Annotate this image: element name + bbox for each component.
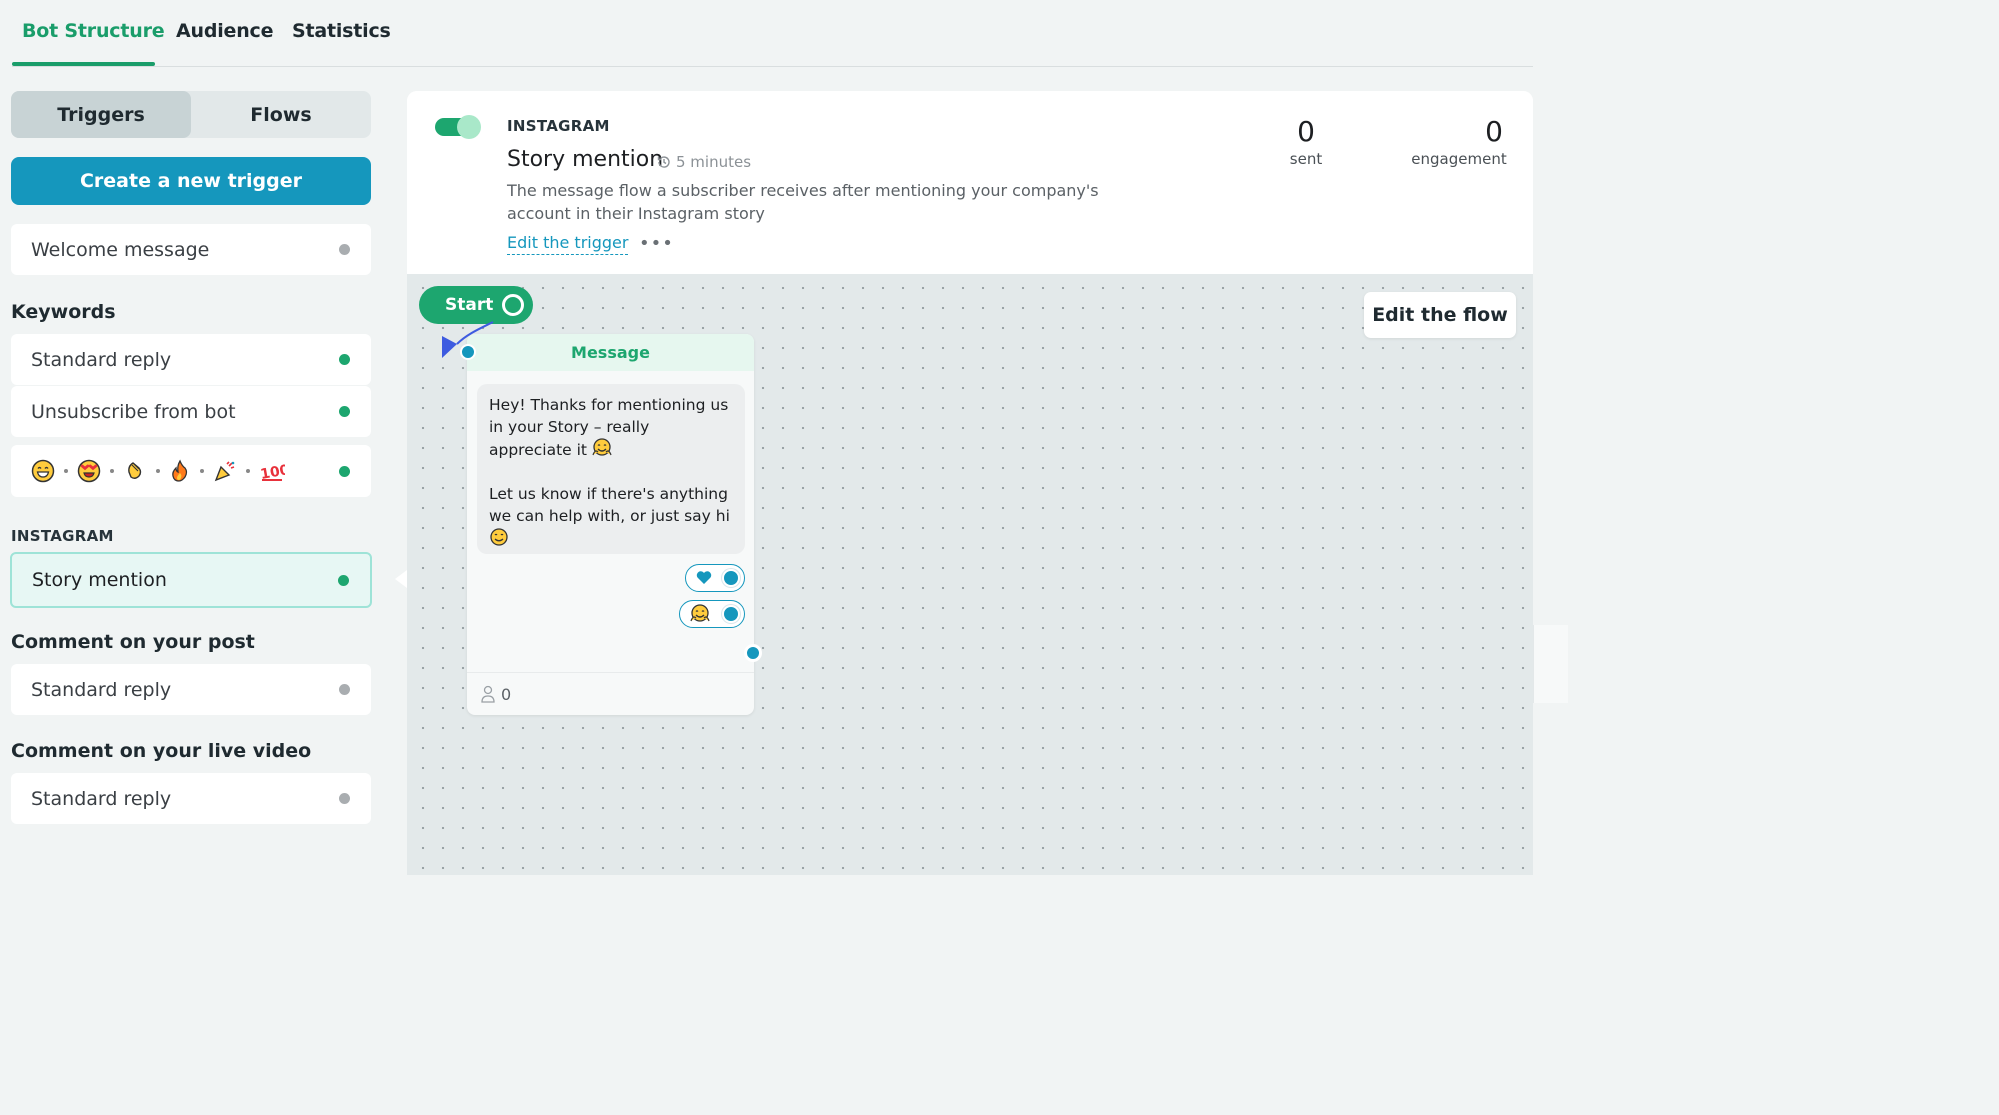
trigger-item-welcome[interactable]: Welcome message bbox=[11, 224, 371, 275]
segment-flows[interactable]: Flows bbox=[191, 91, 371, 138]
message-paragraph: Hey! Thanks for mentioning us in your St… bbox=[489, 394, 733, 461]
trigger-item-post-standard-reply[interactable]: Standard reply bbox=[11, 664, 371, 715]
status-dot bbox=[339, 406, 350, 417]
trigger-item-label: Unsubscribe from bot bbox=[31, 400, 236, 423]
selection-pointer bbox=[395, 570, 407, 588]
separator bbox=[200, 469, 204, 473]
segment-triggers[interactable]: Triggers bbox=[11, 91, 191, 138]
start-output-port[interactable] bbox=[502, 294, 524, 316]
heart-eyes-icon bbox=[77, 459, 101, 483]
trigger-item-label: Standard reply bbox=[31, 678, 172, 701]
status-dot bbox=[339, 244, 350, 255]
trigger-title: Story mention bbox=[507, 147, 664, 172]
clapping-hands-icon bbox=[128, 462, 142, 479]
separator bbox=[110, 469, 114, 473]
status-dot bbox=[338, 574, 349, 586]
trigger-item-standard-reply[interactable]: Standard reply bbox=[11, 334, 371, 385]
stat-label: sent bbox=[1289, 150, 1323, 168]
hugging-face-icon bbox=[690, 604, 710, 622]
section-comment-post: Comment on your post bbox=[11, 631, 255, 653]
trigger-item-label: Standard reply bbox=[31, 348, 172, 371]
separator bbox=[246, 469, 250, 473]
side-panel-edge bbox=[1533, 625, 1568, 703]
toggle-knob bbox=[457, 115, 481, 139]
stat-engagement: 0 engagement bbox=[1407, 115, 1511, 168]
trigger-description: The message flow a subscriber receives a… bbox=[507, 181, 1099, 223]
edit-flow-button[interactable]: Edit the flow bbox=[1364, 292, 1516, 338]
subscriber-count: 0 bbox=[501, 684, 512, 704]
message-node[interactable]: Message Hey! Thanks for mentioning us in… bbox=[460, 334, 762, 715]
separator bbox=[64, 469, 68, 473]
status-dot bbox=[339, 684, 350, 695]
trigger-item-label: Story mention bbox=[32, 569, 167, 591]
message-text: Let us know if there's anything we can h… bbox=[489, 485, 730, 525]
history-clock-icon bbox=[657, 156, 670, 168]
more-options-icon[interactable]: ••• bbox=[639, 233, 674, 254]
tab-audience[interactable]: Audience bbox=[176, 20, 274, 42]
trigger-header: INSTAGRAM Story mention 5 minutes The me… bbox=[407, 91, 1533, 274]
message-bubble: Hey! Thanks for mentioning us in your St… bbox=[477, 384, 745, 554]
hundred-points-icon: 100 bbox=[259, 462, 285, 482]
trigger-item-emoji-keywords[interactable]: 100 bbox=[11, 445, 371, 497]
quick-reply-heart[interactable] bbox=[685, 564, 745, 592]
user-icon bbox=[481, 685, 495, 703]
section-keywords: Keywords bbox=[11, 301, 116, 323]
trigger-item-live-standard-reply[interactable]: Standard reply bbox=[11, 773, 371, 824]
tab-statistics[interactable]: Statistics bbox=[292, 20, 391, 42]
separator bbox=[156, 469, 160, 473]
stat-label: engagement bbox=[1411, 150, 1507, 168]
quick-reply-port[interactable] bbox=[722, 605, 740, 623]
quick-reply-port[interactable] bbox=[722, 569, 740, 587]
active-tab-indicator bbox=[12, 62, 155, 66]
trigger-enabled-toggle[interactable] bbox=[435, 115, 481, 139]
flow-canvas[interactable]: Start Message Hey! Thanks for mentioning… bbox=[407, 274, 1533, 875]
heart-icon bbox=[696, 571, 712, 584]
delay-indicator: 5 minutes bbox=[656, 153, 751, 171]
tab-bot-structure[interactable]: Bot Structure bbox=[22, 20, 165, 42]
top-tab-bar: Bot Structure Audience Statistics bbox=[12, 0, 1533, 67]
stat-value: 0 bbox=[1297, 115, 1315, 148]
message-node-header: Message bbox=[467, 334, 754, 371]
smiling-face-icon bbox=[490, 528, 508, 546]
party-popper-icon bbox=[214, 461, 235, 482]
edit-trigger-link[interactable]: Edit the trigger bbox=[507, 233, 629, 255]
grinning-face-icon bbox=[31, 459, 55, 483]
quick-reply-hug[interactable] bbox=[679, 600, 745, 628]
trigger-item-unsubscribe[interactable]: Unsubscribe from bot bbox=[11, 386, 371, 437]
stat-sent: 0 sent bbox=[1279, 115, 1333, 168]
emoji-keyword-list: 100 bbox=[31, 459, 285, 483]
trigger-item-story-mention[interactable]: Story mention bbox=[10, 552, 372, 608]
stat-value: 0 bbox=[1485, 115, 1503, 148]
trigger-detail-panel: INSTAGRAM Story mention 5 minutes The me… bbox=[407, 91, 1533, 875]
trigger-item-label: Welcome message bbox=[31, 238, 210, 261]
section-comment-live: Comment on your live video bbox=[11, 740, 312, 762]
start-label: Start bbox=[445, 295, 494, 315]
create-trigger-button[interactable]: Create a new trigger bbox=[11, 157, 371, 205]
status-dot bbox=[339, 465, 350, 477]
hugging-face-icon bbox=[592, 438, 612, 456]
trigger-item-label: Standard reply bbox=[31, 787, 172, 810]
delay-text: 5 minutes bbox=[676, 153, 752, 171]
section-instagram: INSTAGRAM bbox=[11, 527, 114, 545]
message-output-port[interactable] bbox=[744, 644, 762, 662]
fire-icon bbox=[172, 459, 188, 482]
platform-label: INSTAGRAM bbox=[507, 117, 610, 135]
status-dot bbox=[339, 354, 350, 365]
message-paragraph: Let us know if there's anything we can h… bbox=[489, 483, 733, 550]
message-node-footer: 0 bbox=[467, 672, 754, 715]
status-dot bbox=[339, 793, 350, 804]
triggers-flows-switch: Triggers Flows bbox=[11, 91, 371, 138]
message-input-port[interactable] bbox=[460, 344, 476, 360]
